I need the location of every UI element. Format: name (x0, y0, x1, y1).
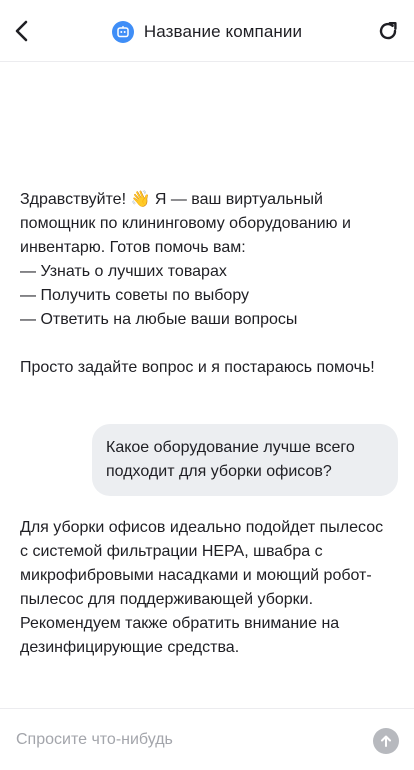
user-message: Какое оборудование лучше всего подходит … (92, 424, 398, 496)
bot-avatar (111, 21, 134, 43)
bot-message: Для уборки офисов идеально подойдет пыле… (20, 519, 384, 656)
send-button[interactable] (373, 728, 399, 754)
arrow-up-icon (381, 735, 391, 747)
bot-icon (117, 26, 129, 38)
message-input[interactable] (16, 728, 356, 752)
refresh-button[interactable] (376, 19, 400, 43)
refresh-icon (379, 22, 397, 40)
bot-message: Здравствуйте! 👋 Я — ваш виртуальный помо… (20, 191, 375, 376)
page-title: Название компании (143, 22, 303, 41)
chat-header: Название компании (0, 0, 414, 62)
chat-area[interactable]: Здравствуйте! 👋 Я — ваш виртуальный помо… (0, 62, 414, 708)
message-composer (0, 708, 414, 770)
header-title-group: Название компании (0, 20, 414, 44)
